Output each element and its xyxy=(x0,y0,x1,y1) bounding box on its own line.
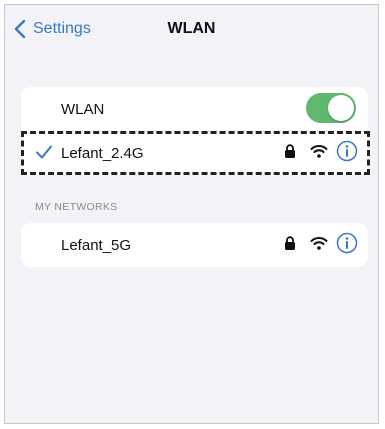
info-icon[interactable] xyxy=(336,140,358,162)
checkmark-icon xyxy=(36,145,52,159)
lock-icon xyxy=(285,236,295,250)
wlan-toggle-row: WLAN xyxy=(21,87,368,131)
toggle-knob xyxy=(328,95,354,121)
network-name: Lefant_2.4G xyxy=(61,144,144,162)
page-title: WLAN xyxy=(167,20,216,37)
wifi-icon xyxy=(310,145,328,158)
network-status-icons xyxy=(284,140,358,162)
wlan-group: WLAN Lefant_2.4G xyxy=(21,87,368,175)
wlan-toggle-label: WLAN xyxy=(61,100,105,118)
wifi-icon xyxy=(310,237,328,250)
wlan-toggle-switch[interactable] xyxy=(306,93,356,123)
network-status-icons xyxy=(284,232,358,254)
wlan-settings-screen: Settings WLAN WLAN Lefant_2.4G MY NETWOR… xyxy=(4,4,379,424)
lock-icon xyxy=(285,144,295,158)
network-row-connected[interactable]: Lefant_2.4G xyxy=(21,131,368,175)
section-header-my-networks: MY NETWORKS xyxy=(35,201,118,213)
my-networks-group: Lefant_5G xyxy=(21,223,368,267)
info-icon[interactable] xyxy=(336,232,358,254)
network-row[interactable]: Lefant_5G xyxy=(21,223,368,267)
network-name: Lefant_5G xyxy=(61,236,132,254)
navigation-bar: Settings WLAN xyxy=(5,5,378,55)
